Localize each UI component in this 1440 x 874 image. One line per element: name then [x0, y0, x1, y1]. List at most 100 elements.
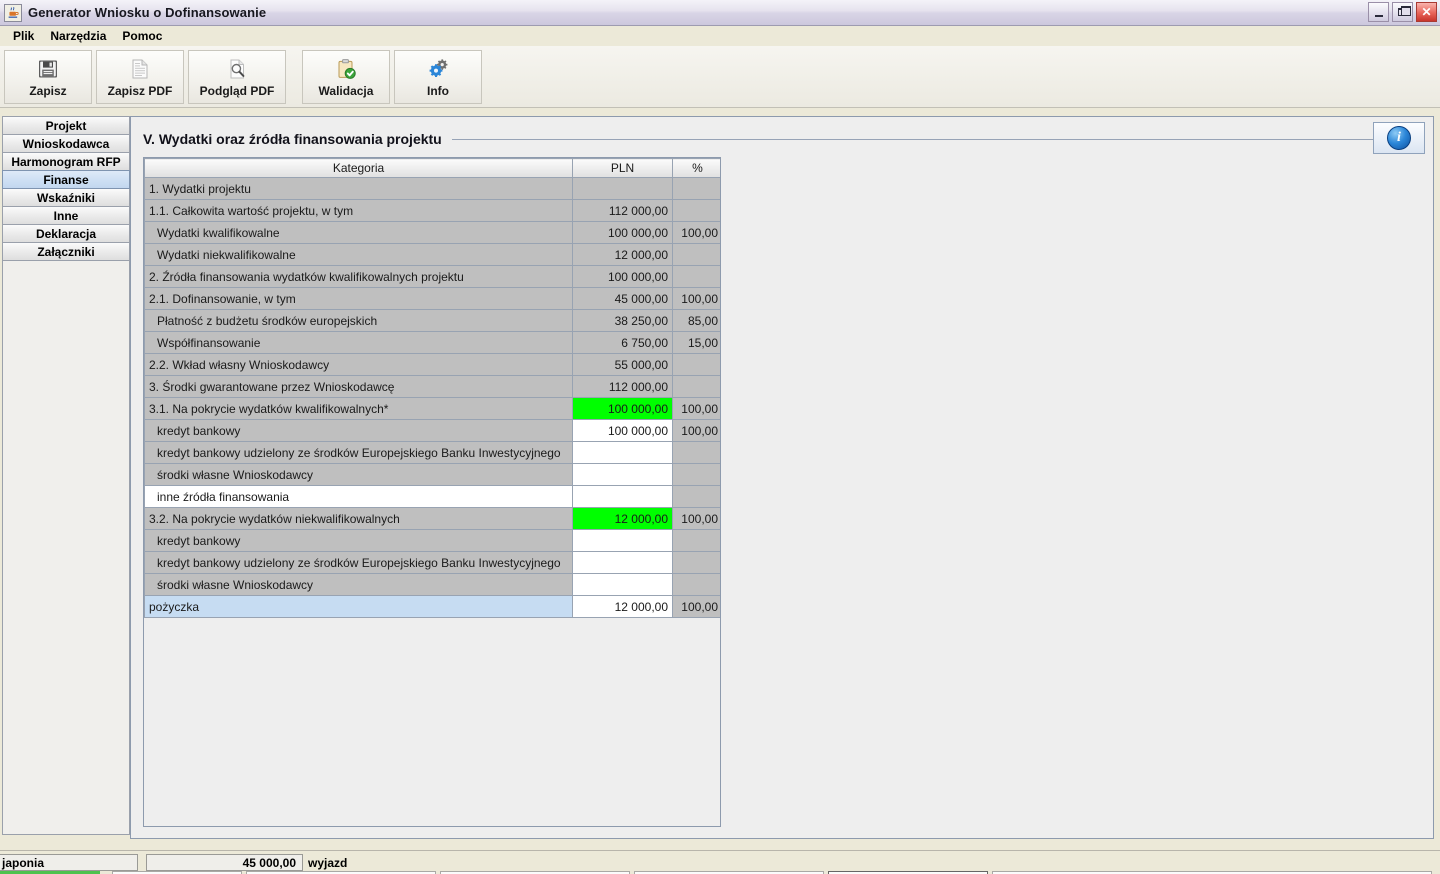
table-cell-percent[interactable]: 100,00	[672, 397, 720, 420]
table-row[interactable]: środki własne Wnioskodawcy	[144, 463, 720, 486]
table-row[interactable]: 1. Wydatki projektu	[144, 177, 720, 200]
table-cell-pln[interactable]: 12 000,00	[572, 507, 673, 530]
table-cell-pln[interactable]: 12 000,00	[572, 595, 673, 618]
table-cell-pln[interactable]: 100 000,00	[572, 265, 673, 288]
table-cell-pln[interactable]: 112 000,00	[572, 375, 673, 398]
table-row[interactable]: pożyczka 12 000,00 100,00	[144, 595, 720, 618]
sidebar-item-finanse[interactable]: Finanse	[2, 170, 130, 189]
sidebar-item-wnioskodawca[interactable]: Wnioskodawca	[2, 134, 130, 153]
table-cell-percent[interactable]	[672, 441, 720, 464]
table-cell-category[interactable]: 3.1. Na pokrycie wydatków kwalifikowalny…	[144, 397, 573, 420]
table-cell-percent[interactable]	[672, 177, 720, 200]
table-cell-pln[interactable]: 45 000,00	[572, 287, 673, 310]
table-row[interactable]: kredyt bankowy udzielony ze środków Euro…	[144, 441, 720, 464]
table-cell-percent[interactable]: 85,00	[672, 309, 720, 332]
table-cell-category[interactable]: Płatność z budżetu środków europejskich	[144, 309, 573, 332]
info-help-button[interactable]: i	[1373, 122, 1425, 154]
save-button[interactable]: Zapisz	[4, 50, 92, 104]
table-cell-category[interactable]: 3.2. Na pokrycie wydatków niekwalifikowa…	[144, 507, 573, 530]
table-row[interactable]: Wydatki kwalifikowalne 100 000,00 100,00	[144, 221, 720, 244]
menu-item-narzedzia[interactable]: Narzędzia	[43, 27, 113, 45]
table-cell-pln[interactable]	[572, 485, 673, 508]
table-row[interactable]: kredyt bankowy udzielony ze środków Euro…	[144, 551, 720, 574]
table-cell-category[interactable]: 2.2. Wkład własny Wnioskodawcy	[144, 353, 573, 376]
table-cell-category[interactable]: inne źródła finansowania	[144, 485, 573, 508]
menu-item-pomoc[interactable]: Pomoc	[115, 27, 169, 45]
table-row[interactable]: inne źródła finansowania	[144, 485, 720, 508]
table-cell-pln[interactable]: 112 000,00	[572, 199, 673, 222]
table-cell-pln[interactable]	[572, 573, 673, 596]
table-cell-category[interactable]: pożyczka	[144, 595, 573, 618]
table-row[interactable]: kredyt bankowy 100 000,00 100,00	[144, 419, 720, 442]
table-row[interactable]: 3.1. Na pokrycie wydatków kwalifikowalny…	[144, 397, 720, 420]
sidebar-item-wskazniki[interactable]: Wskaźniki	[2, 188, 130, 207]
column-header-kategoria[interactable]: Kategoria	[144, 158, 573, 178]
save-pdf-button[interactable]: Zapisz PDF	[96, 50, 184, 104]
table-cell-category[interactable]: kredyt bankowy	[144, 419, 573, 442]
table-cell-pln[interactable]: 100 000,00	[572, 221, 673, 244]
close-button[interactable]: ✕	[1416, 2, 1437, 22]
table-cell-percent[interactable]	[672, 199, 720, 222]
sidebar-item-inne[interactable]: Inne	[2, 206, 130, 225]
table-cell-pln[interactable]	[572, 441, 673, 464]
table-cell-pln[interactable]: 6 750,00	[572, 331, 673, 354]
validate-button[interactable]: Walidacja	[302, 50, 390, 104]
table-cell-category[interactable]: Współfinansowanie	[144, 331, 573, 354]
minimize-button[interactable]	[1368, 2, 1389, 22]
table-cell-category[interactable]: 1.1. Całkowita wartość projektu, w tym	[144, 199, 573, 222]
table-cell-category[interactable]: Wydatki niekwalifikowalne	[144, 243, 573, 266]
table-row[interactable]: kredyt bankowy	[144, 529, 720, 552]
table-cell-category[interactable]: Wydatki kwalifikowalne	[144, 221, 573, 244]
table-cell-percent[interactable]: 100,00	[672, 419, 720, 442]
table-cell-category[interactable]: kredyt bankowy	[144, 529, 573, 552]
table-cell-percent[interactable]	[672, 485, 720, 508]
table-cell-category[interactable]: środki własne Wnioskodawcy	[144, 573, 573, 596]
background-field-japonia[interactable]: japonia	[0, 854, 138, 871]
table-cell-percent[interactable]: 100,00	[672, 595, 720, 618]
table-row[interactable]: 3. Środki gwarantowane przez Wnioskodawc…	[144, 375, 720, 398]
table-cell-percent[interactable]	[672, 243, 720, 266]
restore-button[interactable]	[1392, 2, 1413, 22]
table-row[interactable]: 1.1. Całkowita wartość projektu, w tym 11…	[144, 199, 720, 222]
table-cell-category[interactable]: 2.1. Dofinansowanie, w tym	[144, 287, 573, 310]
table-cell-percent[interactable]: 15,00	[672, 331, 720, 354]
table-cell-percent[interactable]: 100,00	[672, 507, 720, 530]
table-cell-percent[interactable]: 100,00	[672, 221, 720, 244]
info-toolbar-button[interactable]: Info	[394, 50, 482, 104]
table-cell-pln[interactable]: 12 000,00	[572, 243, 673, 266]
table-row[interactable]: Wydatki niekwalifikowalne 12 000,00	[144, 243, 720, 266]
table-row[interactable]: Współfinansowanie 6 750,00 15,00	[144, 331, 720, 354]
sidebar-item-projekt[interactable]: Projekt	[2, 116, 130, 135]
table-cell-pln[interactable]: 55 000,00	[572, 353, 673, 376]
finance-table-container[interactable]: Kategoria PLN % 1. Wydatki projektu 1.1. …	[143, 157, 721, 827]
table-cell-category[interactable]: 3. Środki gwarantowane przez Wnioskodawc…	[144, 375, 573, 398]
table-row[interactable]: 2.1. Dofinansowanie, w tym 45 000,00 100,0…	[144, 287, 720, 310]
background-field-amount[interactable]: 45 000,00	[146, 854, 303, 871]
table-row[interactable]: 2.2. Wkład własny Wnioskodawcy 55 000,00	[144, 353, 720, 376]
sidebar-item-harmonogram-rfp[interactable]: Harmonogram RFP	[2, 152, 130, 171]
table-cell-pln[interactable]: 38 250,00	[572, 309, 673, 332]
table-cell-percent[interactable]	[672, 353, 720, 376]
table-cell-category[interactable]: 2. Źródła finansowania wydatków kwalifik…	[144, 265, 573, 288]
table-cell-pln[interactable]	[572, 463, 673, 486]
table-cell-percent[interactable]	[672, 375, 720, 398]
column-header-pln[interactable]: PLN	[572, 158, 673, 178]
table-cell-pln[interactable]: 100 000,00	[572, 419, 673, 442]
sidebar-item-deklaracja[interactable]: Deklaracja	[2, 224, 130, 243]
table-row[interactable]: Płatność z budżetu środków europejskich 3…	[144, 309, 720, 332]
table-cell-pln[interactable]: 100 000,00	[572, 397, 673, 420]
table-row[interactable]: 3.2. Na pokrycie wydatków niekwalifikowa…	[144, 507, 720, 530]
table-cell-category[interactable]: 1. Wydatki projektu	[144, 177, 573, 200]
table-cell-pln[interactable]	[572, 177, 673, 200]
menu-item-plik[interactable]: Plik	[6, 27, 41, 45]
table-cell-percent[interactable]	[672, 265, 720, 288]
table-cell-percent[interactable]: 100,00	[672, 287, 720, 310]
table-cell-percent[interactable]	[672, 551, 720, 574]
table-cell-percent[interactable]	[672, 573, 720, 596]
table-cell-pln[interactable]	[572, 529, 673, 552]
table-cell-category[interactable]: kredyt bankowy udzielony ze środków Euro…	[144, 441, 573, 464]
sidebar-item-zalaczniki[interactable]: Załączniki	[2, 242, 130, 261]
table-cell-category[interactable]: kredyt bankowy udzielony ze środków Euro…	[144, 551, 573, 574]
background-field-wyjazd[interactable]: wyjazd	[305, 854, 415, 871]
column-header-percent[interactable]: %	[672, 158, 720, 178]
